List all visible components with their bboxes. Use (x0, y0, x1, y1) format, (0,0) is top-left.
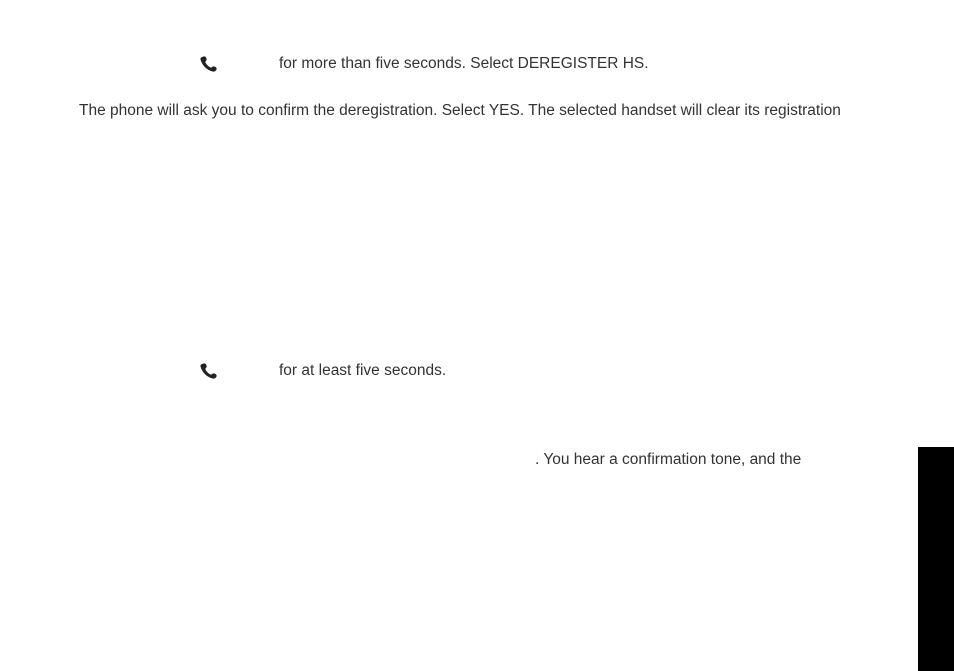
handset-icon (199, 362, 217, 380)
section-tab (918, 447, 954, 671)
instruction-text-2: The phone will ask you to confirm the de… (79, 102, 841, 120)
manual-page: for more than five seconds. Select DEREG… (0, 0, 954, 671)
handset-icon (199, 55, 217, 73)
instruction-text-1: for more than five seconds. Select DEREG… (279, 55, 649, 73)
instruction-text-3: for at least five seconds. (279, 362, 446, 380)
instruction-text-4: . You hear a confirmation tone, and the (535, 451, 801, 469)
